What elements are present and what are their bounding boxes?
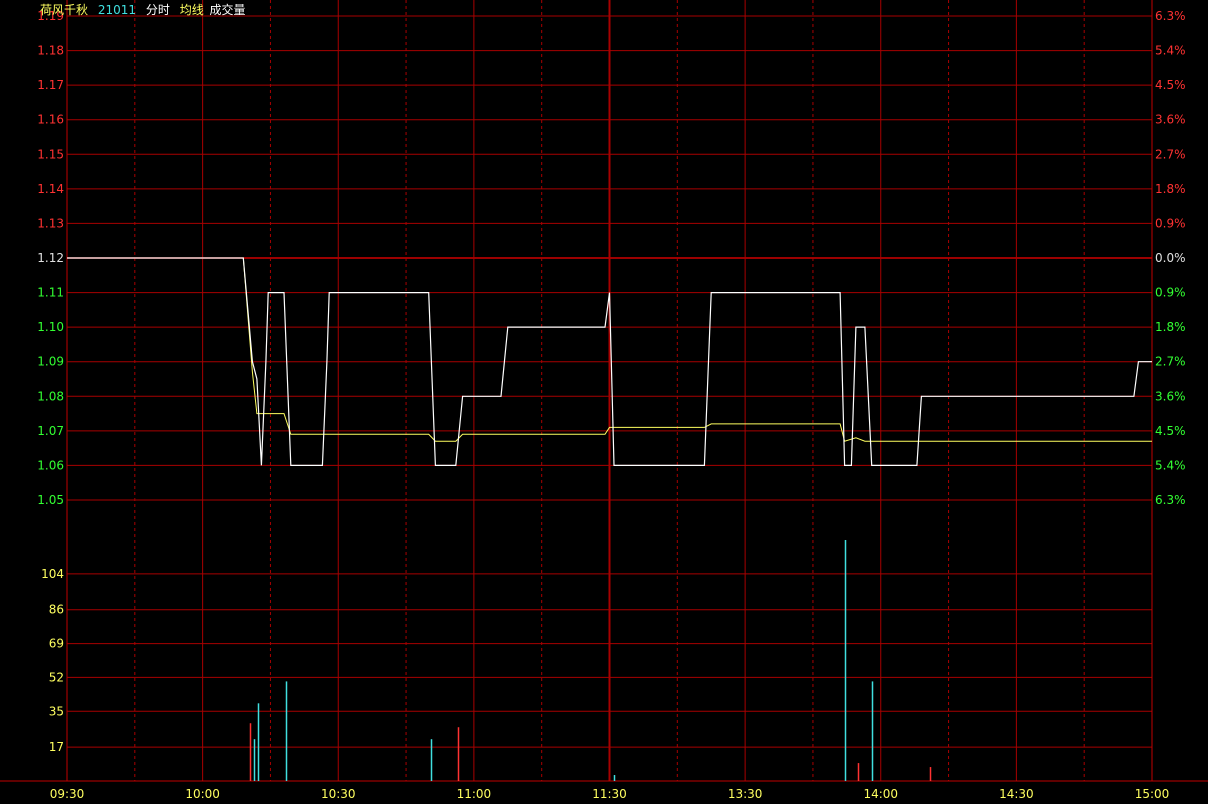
time-tick-label: 13:30 — [728, 787, 763, 801]
price-tick-label: 1.10 — [37, 320, 64, 334]
avg-line-label: 均线 — [179, 3, 204, 17]
price-tick-label: 1.09 — [37, 355, 64, 369]
time-tick-label: 15:00 — [1135, 787, 1170, 801]
volume-tick-label: 35 — [49, 704, 64, 718]
time-tick-label: 10:30 — [321, 787, 356, 801]
price-tick-label: 1.12 — [37, 251, 64, 265]
stock-name: 荷风千秋 — [40, 3, 89, 17]
pct-tick-label: 6.3% — [1155, 9, 1186, 23]
price-tick-label: 1.07 — [37, 424, 64, 438]
pct-tick-label: 3.6% — [1155, 113, 1186, 127]
pct-tick-label: 0.0% — [1155, 251, 1186, 265]
pct-tick-label: 2.7% — [1155, 355, 1186, 369]
volume-tick-label: 69 — [49, 637, 64, 651]
chart-header: 荷风千秋 21011 分时 均线 成交量 — [40, 1, 252, 18]
price-tick-label: 1.14 — [37, 182, 64, 196]
price-tick-label: 1.06 — [37, 458, 64, 472]
price-tick-label: 1.15 — [37, 147, 64, 161]
pct-tick-label: 5.4% — [1155, 44, 1186, 58]
time-tick-label: 14:00 — [863, 787, 898, 801]
pct-tick-label: 0.9% — [1155, 286, 1186, 300]
volume-tick-label: 52 — [49, 670, 64, 684]
pct-tick-label: 6.3% — [1155, 493, 1186, 507]
volume-tick-label: 86 — [49, 603, 64, 617]
time-tick-label: 11:00 — [457, 787, 492, 801]
price-tick-label: 1.16 — [37, 113, 64, 127]
time-tick-label: 14:30 — [999, 787, 1034, 801]
price-tick-label: 1.13 — [37, 216, 64, 230]
volume-tick-label: 17 — [49, 740, 64, 754]
time-tick-label: 11:30 — [592, 787, 627, 801]
price-tick-label: 1.17 — [37, 78, 64, 92]
pct-tick-label: 2.7% — [1155, 147, 1186, 161]
volume-tick-label: 104 — [41, 567, 64, 581]
volume-label: 成交量 — [209, 3, 246, 17]
pct-tick-label: 0.9% — [1155, 216, 1186, 230]
pct-tick-label: 4.5% — [1155, 424, 1186, 438]
pct-tick-label: 3.6% — [1155, 389, 1186, 403]
mode-label: 分时 — [145, 3, 170, 17]
intraday-chart: 1.19 6.3%1.18 5.4%1.17 4.5%1.16 3.6%1.15 2.7%… — [0, 0, 1208, 801]
time-tick-label: 10:00 — [185, 787, 220, 801]
pct-tick-label: 1.8% — [1155, 182, 1186, 196]
price-tick-label: 1.05 — [37, 493, 64, 507]
stock-code: 21011 — [97, 3, 137, 17]
time-tick-label: 09:30 — [50, 787, 85, 801]
pct-tick-label: 1.8% — [1155, 320, 1186, 334]
price-tick-label: 1.11 — [37, 286, 64, 300]
price-tick-label: 1.18 — [37, 44, 64, 58]
pct-tick-label: 5.4% — [1155, 458, 1186, 472]
price-tick-label: 1.08 — [37, 389, 64, 403]
pct-tick-label: 4.5% — [1155, 78, 1186, 92]
